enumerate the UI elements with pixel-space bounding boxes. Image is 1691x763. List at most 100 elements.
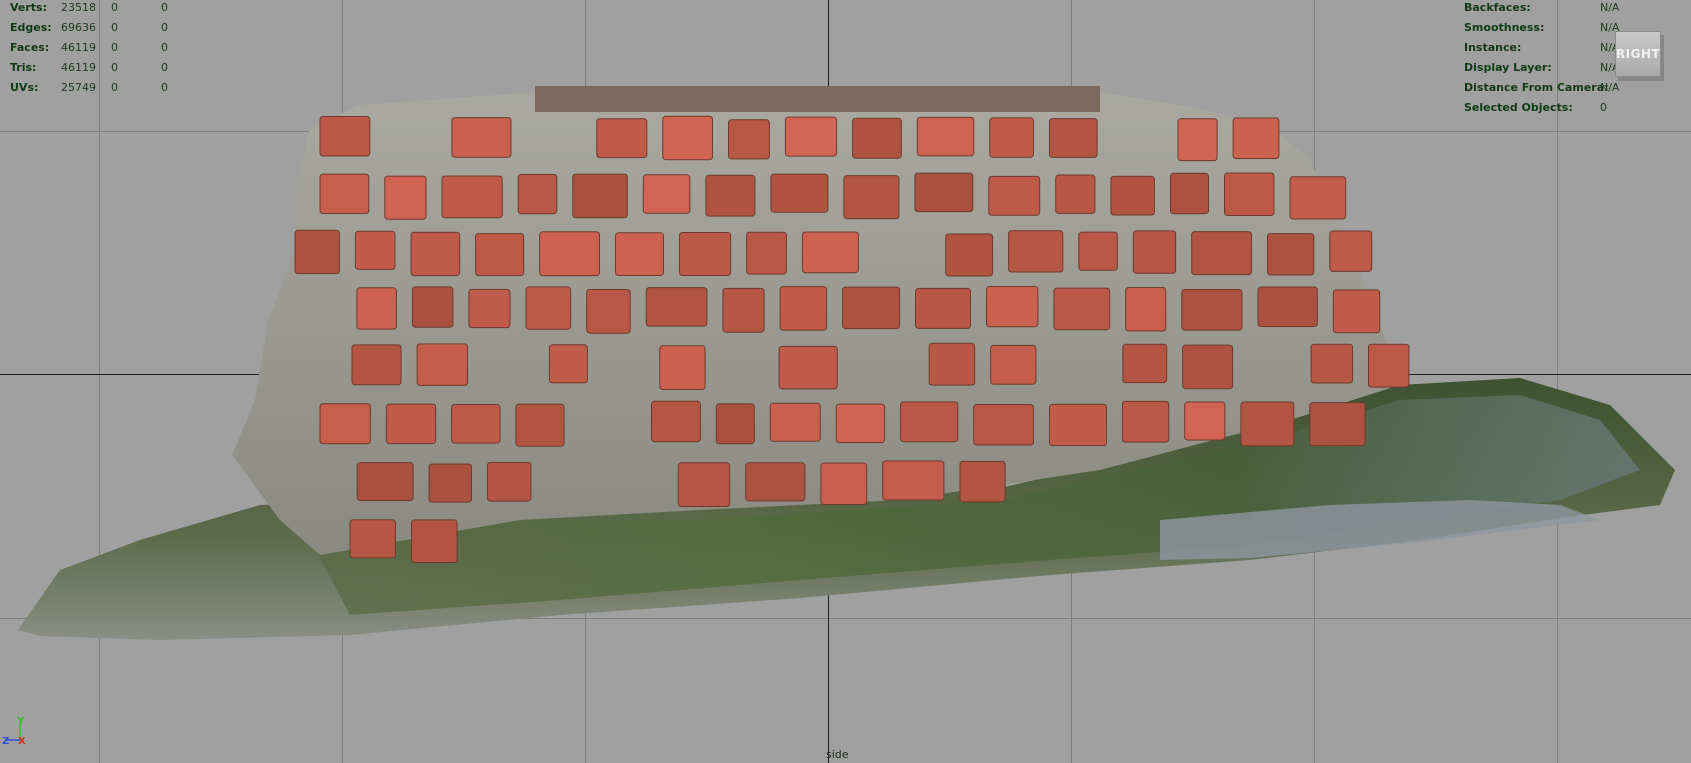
brick [1232, 117, 1280, 160]
brick [986, 286, 1039, 328]
brick [468, 288, 511, 329]
brick [1191, 231, 1252, 276]
brick [1267, 233, 1315, 276]
info-label: Smoothness: [1464, 21, 1545, 34]
stat-value: 69636 [61, 21, 96, 34]
brick [1125, 287, 1167, 332]
stat-row: Faces: 46119 0 0 [10, 38, 210, 58]
brick [916, 116, 975, 157]
brick [428, 463, 473, 503]
stat-label: Edges: [10, 21, 52, 34]
stat-label: Tris: [10, 61, 37, 74]
info-row: Backfaces: N/A [1464, 0, 1684, 18]
brick [679, 232, 732, 276]
brick [914, 172, 974, 213]
brick [351, 344, 402, 386]
info-row: Selected Objects: 0 [1464, 98, 1684, 118]
brick [852, 117, 902, 159]
brick [801, 231, 859, 274]
brick [475, 233, 525, 277]
brick [715, 403, 755, 445]
brick [1182, 344, 1234, 390]
brick [1184, 401, 1226, 441]
brick [1132, 230, 1177, 274]
brick [385, 403, 437, 445]
wall-cap [535, 86, 1100, 112]
brick [354, 230, 396, 270]
info-value: N/A [1600, 81, 1620, 94]
brick [745, 462, 806, 502]
camera-name-label: side [826, 748, 849, 761]
info-row: Distance From Camera: N/A [1464, 78, 1684, 98]
brick [441, 175, 503, 219]
stat-value: 25749 [61, 81, 96, 94]
stat-row: UVs: 25749 0 0 [10, 78, 210, 98]
brick [572, 173, 628, 219]
brick [548, 344, 588, 384]
info-label: Display Layer: [1464, 61, 1552, 74]
stat-row: Tris: 46119 0 0 [10, 58, 210, 78]
brick [487, 461, 532, 502]
brick-wall-mesh[interactable] [0, 0, 1691, 763]
poly-count-hud: Verts: 23518 0 0 Edges: 69636 0 0 Faces: 46119 0 0 T… [10, 0, 210, 98]
view-cube[interactable]: RIGHT [1615, 31, 1661, 77]
info-label: Backfaces: [1464, 1, 1531, 14]
brick [356, 287, 397, 330]
brick [349, 519, 396, 559]
brick [651, 400, 701, 443]
brick [659, 345, 706, 391]
brick [1008, 230, 1064, 273]
brick [779, 286, 828, 331]
brick [1332, 289, 1381, 334]
brick [451, 404, 501, 444]
brick [1257, 286, 1318, 327]
brick [988, 175, 1041, 216]
brick [722, 287, 765, 333]
brick [1049, 118, 1098, 158]
brick [294, 229, 340, 275]
stat-value: 0 [111, 81, 118, 94]
brick [778, 345, 838, 390]
brick [1240, 401, 1295, 447]
brick [645, 287, 708, 327]
stat-value: 0 [111, 21, 118, 34]
brick [319, 116, 371, 157]
stat-value: 0 [161, 61, 168, 74]
brick [410, 231, 461, 277]
brick [1224, 172, 1275, 216]
brick [820, 462, 868, 505]
brick [677, 462, 731, 507]
stat-value: 23518 [61, 1, 96, 14]
brick [525, 286, 572, 330]
stat-value: 0 [111, 1, 118, 14]
brick [1310, 343, 1354, 384]
stat-row: Edges: 69636 0 0 [10, 18, 210, 38]
stat-value: 0 [161, 41, 168, 54]
stat-label: UVs: [10, 81, 39, 94]
brick [411, 286, 454, 328]
stat-label: Verts: [10, 1, 48, 14]
info-value: N/A [1600, 1, 1620, 14]
brick [990, 344, 1037, 385]
brick [1181, 289, 1243, 331]
brick [928, 342, 976, 386]
brick [1368, 343, 1410, 388]
brick [1055, 174, 1096, 214]
brick [843, 175, 900, 220]
info-value: 0 [1600, 101, 1607, 114]
brick [1170, 172, 1209, 215]
info-label: Distance From Camera: [1464, 81, 1609, 94]
axis-gizmo: Y Z X [2, 716, 26, 746]
viewport-side[interactable]: Verts: 23518 0 0 Edges: 69636 0 0 Faces: 46119 0 0 T… [0, 0, 1691, 763]
view-cube-label: RIGHT [1615, 47, 1661, 61]
stat-value: 0 [161, 1, 168, 14]
brick [770, 173, 829, 213]
info-label: Selected Objects: [1464, 101, 1573, 114]
brick [1309, 402, 1366, 447]
brick [615, 232, 664, 277]
brick [319, 173, 370, 215]
axis-y-label: Y [16, 716, 25, 727]
brick [705, 174, 756, 217]
stat-value: 0 [161, 81, 168, 94]
brick [1122, 343, 1168, 384]
